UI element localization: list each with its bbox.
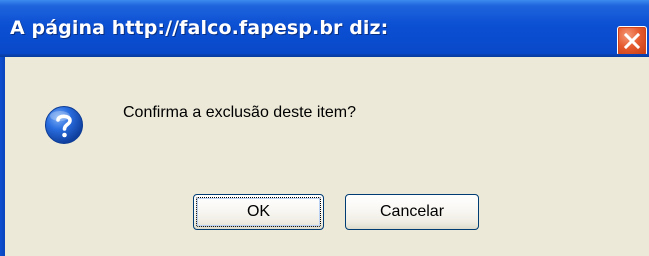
ok-button[interactable]: OK xyxy=(193,194,324,230)
cancel-button[interactable]: Cancelar xyxy=(345,194,479,230)
question-icon xyxy=(45,106,83,144)
dialog-titlebar[interactable]: A página http://falco.fapesp.br diz: xyxy=(0,0,649,57)
close-button[interactable] xyxy=(617,26,647,56)
dialog-title: A página http://falco.fapesp.br diz: xyxy=(10,17,389,39)
dialog-content xyxy=(5,57,649,256)
confirm-dialog: A página http://falco.fapesp.br diz: Con… xyxy=(0,0,649,256)
dialog-message: Confirma a exclusão deste item? xyxy=(123,104,356,121)
close-icon xyxy=(623,32,641,50)
